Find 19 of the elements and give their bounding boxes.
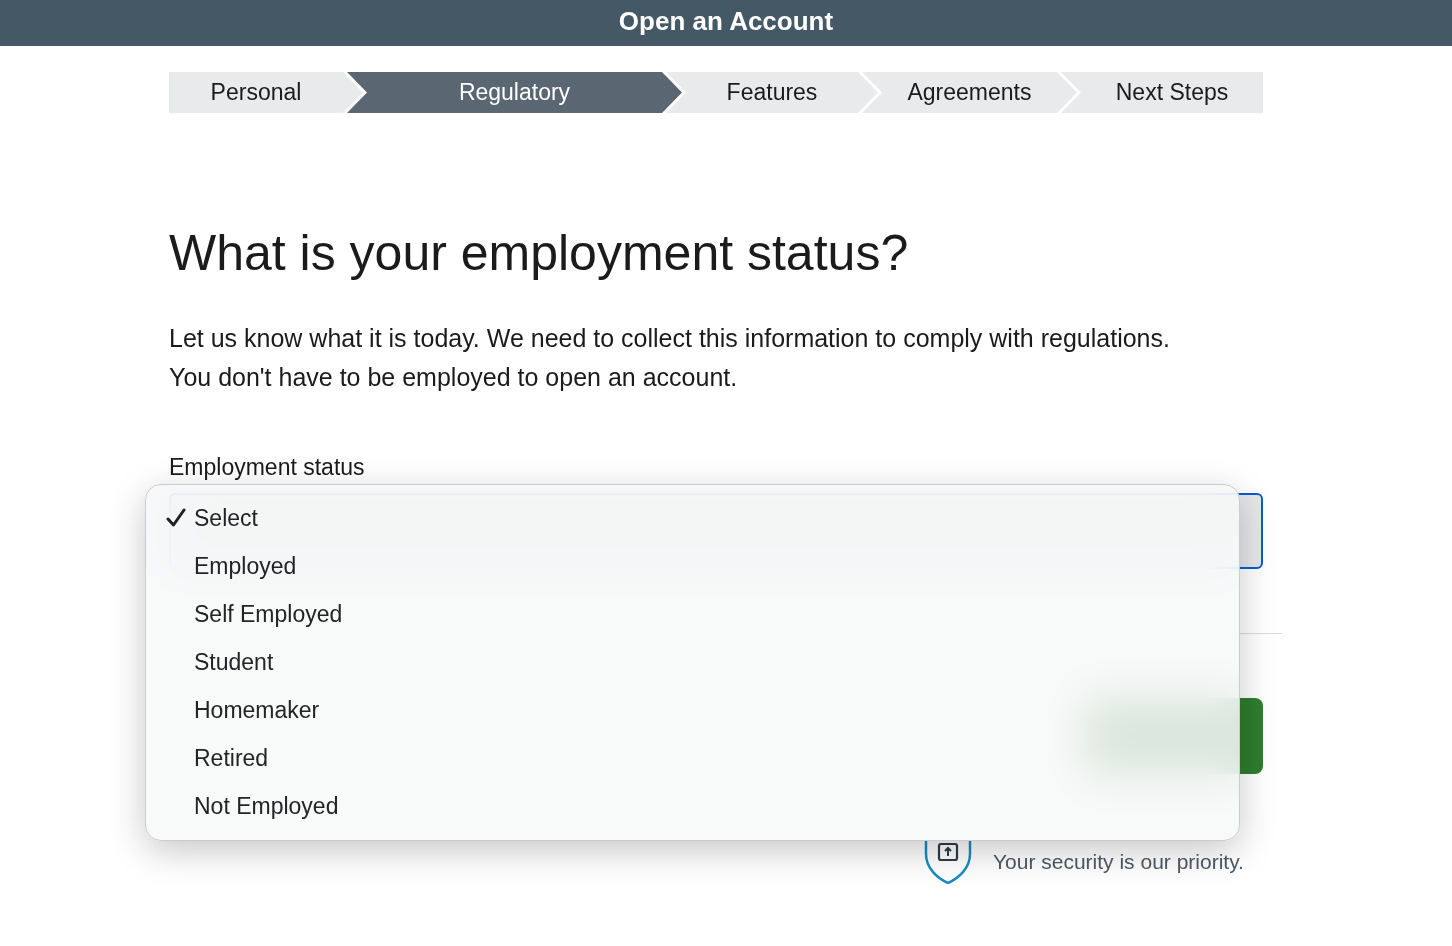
- question-description: Let us know what it is today. We need to collect this information to comply with regulations. You don't have to be employed to open an account.: [169, 323, 1171, 393]
- dropdown-option[interactable]: Student: [146, 638, 274, 686]
- progress-step: Features: [666, 72, 878, 113]
- dropdown-option[interactable]: Not Employed: [146, 782, 339, 830]
- progress-step: Agreements: [862, 72, 1077, 113]
- field-label: Employment status: [169, 453, 365, 482]
- progress-step: Regulatory: [347, 72, 682, 113]
- security-note: Your security is our priority.: [993, 850, 1244, 874]
- page-title: Open an Account: [618, 5, 834, 36]
- dropdown-option[interactable]: Select: [146, 494, 258, 542]
- dropdown-option[interactable]: Retired: [146, 734, 269, 782]
- question-heading: What is your employment status?: [169, 224, 909, 283]
- dropdown-option[interactable]: Homemaker: [146, 686, 320, 734]
- shield-lock-icon: [923, 840, 973, 884]
- dropdown-option[interactable]: Employed: [146, 542, 297, 590]
- check-icon: [166, 508, 186, 528]
- progress-step: Personal: [169, 72, 363, 113]
- progress-step: Next Steps: [1061, 72, 1263, 113]
- dropdown-option[interactable]: Self Employed: [146, 590, 343, 638]
